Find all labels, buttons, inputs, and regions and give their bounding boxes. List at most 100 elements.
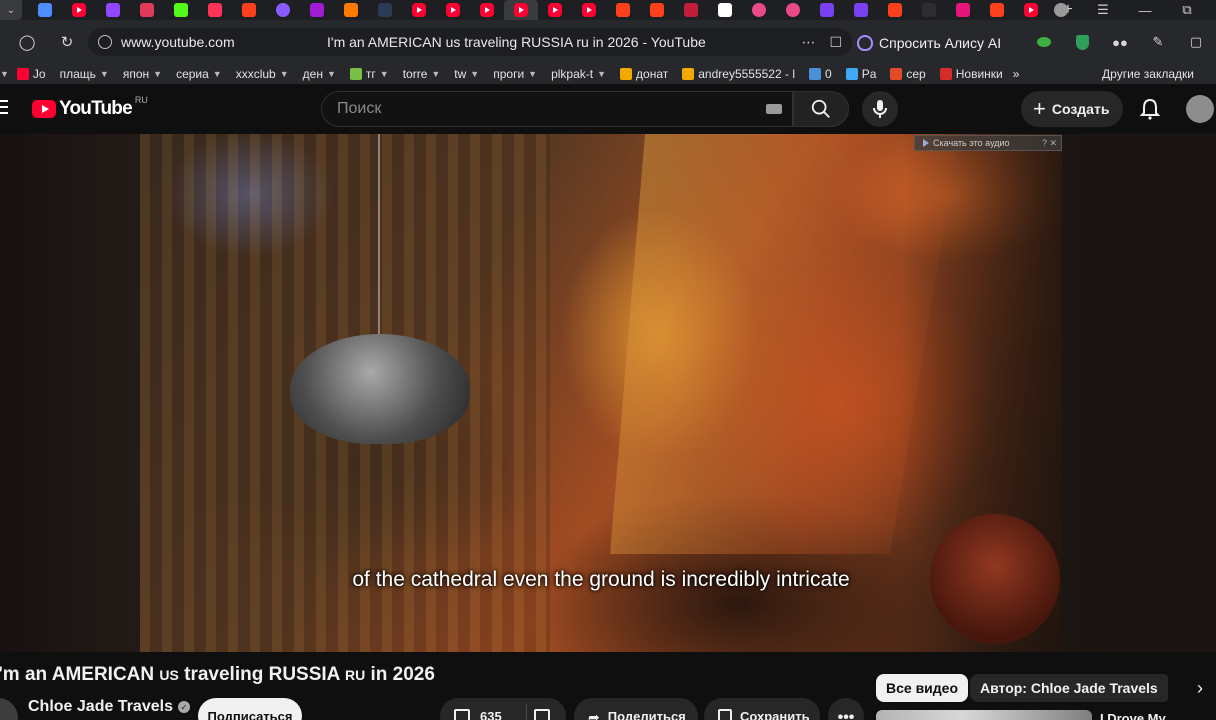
restore-icon[interactable]: ⧉	[1178, 1, 1196, 19]
video-title: I'm an AMERICAN US traveling RUSSIA RU i…	[0, 664, 853, 686]
bookmark-item[interactable]: xxxclub ▼	[236, 67, 289, 81]
subscribe-button[interactable]: Подписаться	[198, 698, 302, 720]
browser-tab[interactable]	[62, 0, 96, 20]
chips-next-arrow-icon[interactable]: ›	[1190, 678, 1210, 698]
keyboard-icon[interactable]	[766, 104, 782, 114]
browser-tab[interactable]	[708, 0, 742, 20]
youtube-logo-text: YouTube	[59, 98, 133, 119]
bookmark-list: Jo плащь ▼ япон ▼ сериа ▼ xxxclub ▼ ден ▼ тг ▼ torre ▼…	[16, 67, 1017, 81]
browser-tab[interactable]	[878, 0, 912, 20]
menu-icon[interactable]: ☰	[1094, 1, 1112, 19]
browser-tab[interactable]	[742, 0, 776, 20]
ask-alice-button[interactable]: Спросить Алису AI	[857, 30, 1001, 56]
save-button[interactable]: Сохранить	[704, 698, 820, 720]
bookmark-page-icon[interactable]: ☐	[829, 34, 842, 51]
yandex-icon	[990, 3, 1004, 17]
bookmark-item[interactable]: донат	[620, 67, 668, 81]
extension-shield-icon[interactable]	[1072, 32, 1092, 52]
channel-name[interactable]: Chloe Jade Travels ✓	[28, 698, 190, 716]
download-audio-badge[interactable]: Скачать это аудио ? ✕	[914, 135, 1062, 151]
browser-tab[interactable]	[980, 0, 1014, 20]
bookmark-item[interactable]: сериа ▼	[176, 67, 222, 81]
browser-tab[interactable]	[232, 0, 266, 20]
bookmark-item[interactable]: тг ▼	[349, 67, 389, 81]
collections-icon[interactable]: ▢	[1186, 32, 1206, 52]
bookmark-item[interactable]: сер	[890, 67, 926, 81]
bookmarks-left-chevron[interactable]: ▼	[0, 69, 9, 79]
youtube-logo[interactable]: YouTube RU	[32, 95, 148, 120]
create-button[interactable]: + Создать	[1021, 91, 1124, 127]
chip-all-videos[interactable]: Все видео	[876, 674, 969, 702]
browser-tab[interactable]	[96, 0, 130, 20]
more-actions-icon[interactable]: ⋯	[801, 34, 815, 51]
browser-tab[interactable]	[844, 0, 878, 20]
browser-tab[interactable]	[606, 0, 640, 20]
extension-leaf-icon[interactable]	[1034, 32, 1054, 52]
recommended-thumbnail[interactable]	[876, 710, 1092, 720]
bookmark-item[interactable]: плащь ▼	[60, 67, 109, 81]
youtube-icon	[548, 3, 562, 17]
browser-tab[interactable]	[368, 0, 402, 20]
account-avatar[interactable]	[1186, 95, 1214, 123]
bookmark-item[interactable]: Новинки	[939, 67, 1003, 81]
badge-close-icon[interactable]: ? ✕	[1042, 138, 1057, 149]
yandex-home-icon[interactable]: ◯	[14, 29, 40, 55]
share-button[interactable]: ➦ Поделиться	[574, 698, 698, 720]
bookmark-item[interactable]: 0	[809, 67, 832, 81]
bookmarks-more-chevron[interactable]: »	[1013, 67, 1020, 81]
browser-tab[interactable]	[402, 0, 436, 20]
omnibox[interactable]: www.youtube.com I'm an AMERICAN us trave…	[88, 28, 852, 56]
search-input[interactable]: Поиск	[321, 91, 793, 127]
chip-author[interactable]: Автор: Chloe Jade Travels	[970, 674, 1168, 702]
browser-tab[interactable]	[504, 0, 538, 20]
search-button[interactable]	[793, 91, 849, 127]
profile-icon[interactable]	[1052, 1, 1070, 19]
bookmark-item[interactable]: plkpak-t ▼	[551, 67, 606, 81]
browser-tab[interactable]	[912, 0, 946, 20]
bookmark-item[interactable]: ден ▼	[303, 67, 336, 81]
browser-tab[interactable]	[436, 0, 470, 20]
browser-tab[interactable]	[674, 0, 708, 20]
notifications-bell-icon[interactable]	[1138, 97, 1162, 121]
extension-glasses-icon[interactable]: ●●	[1110, 32, 1130, 52]
bookmark-item[interactable]: torre ▼	[403, 67, 441, 81]
channel-avatar[interactable]	[0, 698, 18, 720]
browser-tab[interactable]	[810, 0, 844, 20]
reload-icon[interactable]: ↻	[54, 29, 80, 55]
browser-tab[interactable]	[946, 0, 980, 20]
browser-tab[interactable]	[572, 0, 606, 20]
minimize-icon[interactable]: —	[1136, 1, 1154, 19]
bookmark-item[interactable]: проги ▼	[493, 67, 537, 81]
bookmark-item[interactable]: andrey5555522 - l	[682, 67, 795, 81]
like-icon[interactable]	[454, 709, 470, 720]
browser-tab[interactable]	[640, 0, 674, 20]
voice-search-button[interactable]	[862, 91, 898, 127]
browser-tab[interactable]	[28, 0, 62, 20]
like-count[interactable]: 635	[480, 709, 502, 720]
dislike-icon[interactable]	[534, 709, 550, 720]
tab-list-dropdown[interactable]: ⌄	[0, 0, 22, 20]
guide-menu-icon[interactable]	[0, 100, 8, 114]
bookmark-item[interactable]: Pa	[845, 67, 876, 81]
bookmark-item[interactable]: Jo	[16, 67, 46, 81]
browser-tab[interactable]	[266, 0, 300, 20]
browser-tab[interactable]	[130, 0, 164, 20]
bookmark-item[interactable]: tw ▼	[454, 67, 479, 81]
browser-tab[interactable]	[334, 0, 368, 20]
browser-tab[interactable]	[776, 0, 810, 20]
site-info-icon[interactable]	[98, 35, 112, 49]
extensions-puzzle-icon[interactable]: ✎	[1148, 32, 1168, 52]
share-label: Поделиться	[607, 709, 686, 720]
youtube-icon	[582, 3, 596, 17]
other-bookmarks[interactable]: Другие закладки	[1102, 67, 1194, 81]
browser-tab[interactable]	[198, 0, 232, 20]
more-actions-button[interactable]: •••	[828, 698, 864, 720]
browser-tab[interactable]	[300, 0, 334, 20]
recommended-title[interactable]: I Drove My	[1100, 711, 1166, 720]
browser-tab[interactable]	[1014, 0, 1048, 20]
browser-tab[interactable]	[538, 0, 572, 20]
browser-tab[interactable]	[164, 0, 198, 20]
chip-next-partial[interactable]	[1160, 674, 1168, 702]
browser-tab[interactable]	[470, 0, 504, 20]
bookmark-item[interactable]: япон ▼	[123, 67, 162, 81]
